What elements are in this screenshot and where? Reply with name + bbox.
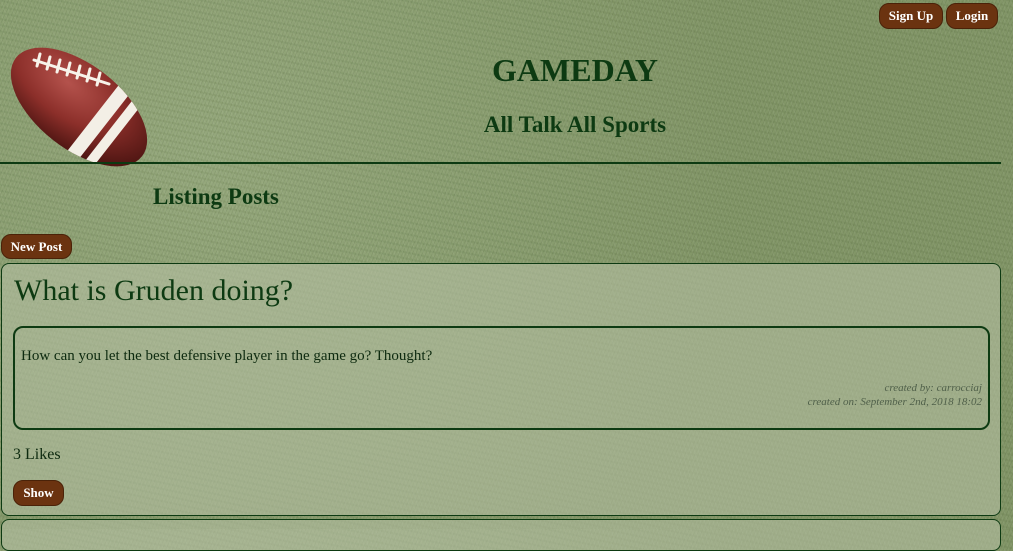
header-divider bbox=[0, 162, 1001, 164]
post-date: created on: September 2nd, 2018 18:02 bbox=[807, 396, 982, 408]
post-text: How can you let the best defensive playe… bbox=[21, 348, 433, 364]
site-tagline: All Talk All Sports bbox=[483, 112, 667, 137]
login-button[interactable]: Login bbox=[946, 3, 998, 29]
post-likes: 3 Likes bbox=[13, 446, 61, 463]
show-post-button[interactable]: Show bbox=[13, 480, 64, 506]
post-body: How can you let the best defensive playe… bbox=[13, 326, 990, 430]
new-post-button[interactable]: New Post bbox=[1, 234, 72, 259]
post-card: What is Gruden doing? How can you let th… bbox=[1, 263, 1001, 516]
post-title[interactable]: What is Gruden doing? bbox=[14, 274, 293, 308]
post-author: created by: carrocciaj bbox=[884, 382, 982, 394]
page-title: Listing Posts bbox=[153, 184, 279, 209]
post-card bbox=[1, 519, 1001, 551]
sign-up-button[interactable]: Sign Up bbox=[879, 3, 943, 29]
site-title: GAMEDAY bbox=[492, 52, 658, 88]
